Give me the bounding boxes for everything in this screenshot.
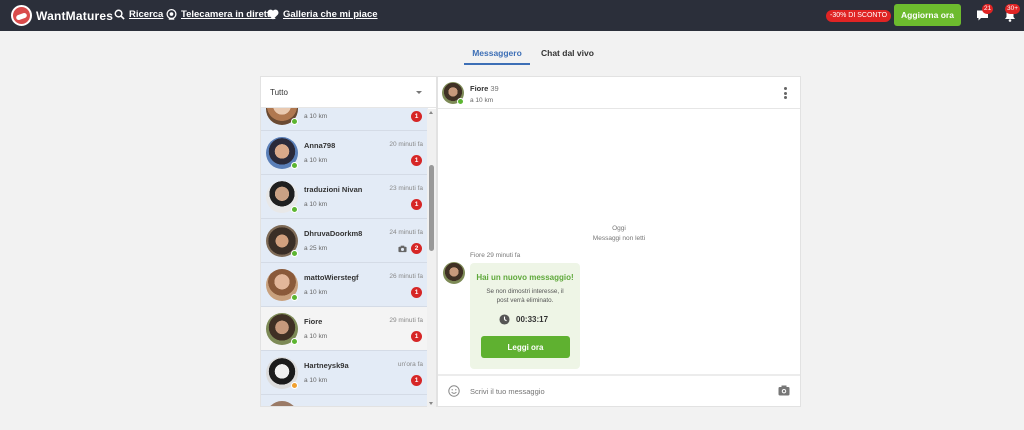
away-status-dot [291,382,298,389]
conversation-distance: a 10 km [304,333,328,340]
scroll-down-arrow-icon[interactable] [429,402,433,405]
active-tab-indicator [464,63,530,65]
chat-partner-name-text: Fiore [470,84,489,93]
nav-webcam-link[interactable]: Telecamera in diretta [166,9,275,20]
chat-partner-name[interactable]: Fiore 39 [470,84,499,93]
conversation-distance: a 10 km [304,289,328,296]
online-status-dot [291,294,298,301]
search-icon [114,9,125,20]
conversation-name: Fiore [304,317,323,326]
conversation-row[interactable]: a 10 km 1 [261,108,428,131]
nav-gallery-label: Galleria che mi piace [283,9,378,20]
conversation-time: 29 minuti fa [389,317,423,324]
emoji-icon[interactable] [448,385,460,397]
conversation-distance: a 10 km [304,201,328,208]
unread-separator: Messaggi non letti [592,235,646,242]
chat-header: Fiore 39 a 10 km [438,77,800,109]
camera-icon [398,245,407,253]
date-separator: Oggi [612,225,626,232]
conversation-row[interactable] [261,395,428,406]
chat-panel: Fiore 39 a 10 km Oggi Messaggi non letti … [437,76,801,407]
scroll-up-arrow-icon[interactable] [429,111,433,114]
unread-count-badge: 1 [411,375,422,386]
filter-selected-value: Tutto [270,87,288,97]
conversation-list: a 10 km 1 Anna798 20 minuti fa a 10 km 1… [261,108,428,406]
chat-partner-distance: a 10 km [470,97,494,104]
conversation-name: Hartneysk9a [304,361,349,370]
tab-messenger[interactable]: Messaggero [464,48,530,58]
chevron-down-icon [416,91,422,94]
conversation-distance: a 25 km [304,245,328,252]
conversation-distance: a 10 km [304,157,328,164]
conversation-row[interactable]: Hartneysk9a un'ora fa a 10 km 1 [261,351,428,395]
brand-logo[interactable]: WantMatures [11,5,113,26]
conversation-row[interactable]: Anna798 20 minuti fa a 10 km 1 [261,131,428,175]
conversation-row[interactable]: Fiore 29 minuti fa a 10 km 1 [261,307,428,351]
online-status-dot [291,118,298,125]
conversation-filter-dropdown[interactable]: Tutto [261,77,436,108]
conversation-distance: a 10 km [304,377,328,384]
webcam-icon [166,9,177,20]
unread-count-badge: 2 [411,243,422,254]
unread-count-badge: 1 [411,155,422,166]
clock-icon [499,314,510,325]
nav-search-link[interactable]: Ricerca [114,9,163,20]
conversation-list-panel: Tutto a 10 km 1 Anna798 20 minuti fa a 1… [260,76,437,407]
conversation-name: DhruvaDoorkm8 [304,229,363,238]
online-status-dot [457,98,464,105]
conversation-distance: a 10 km [304,113,328,120]
conversation-time: un'ora fa [397,361,423,368]
message-sender-avatar [443,262,465,284]
nav-gallery-link[interactable]: Galleria che mi piace [267,9,378,20]
notifications-count-badge: 30+ [1005,4,1021,14]
nav-webcam-label: Telecamera in diretta [181,9,276,20]
nav-search-label: Ricerca [129,9,164,20]
unread-count-badge: 1 [411,199,422,210]
message-meta: Fiore 29 minuti fa [470,252,521,259]
upgrade-button[interactable]: Aggiorna ora [894,4,961,26]
countdown-timer: 00:33:17 [499,314,548,325]
brand-name: WantMatures [36,8,114,23]
logo-icon [11,5,32,26]
unread-count-badge: 1 [411,111,422,122]
camera-icon[interactable] [778,385,790,396]
card-text: Se non dimostri interesse, il post verrà… [486,288,564,304]
unread-count-badge: 1 [411,331,422,342]
conversation-row[interactable]: mattoWierstegf 26 minuti fa a 10 km 1 [261,263,428,307]
card-title: Hai un nuovo messaggio! [476,273,574,282]
unread-count-badge: 1 [411,287,422,298]
countdown-value: 00:33:17 [516,315,549,324]
conversation-time: 24 minuti fa [389,229,423,236]
conversation-time: 23 minuti fa [389,185,423,192]
tab-live-chat[interactable]: Chat dal vivo [541,48,594,58]
message-composer [438,374,800,406]
conversation-row[interactable]: traduzioni Nivan 23 minuti fa a 10 km 1 [261,175,428,219]
online-status-dot [291,206,298,213]
conversation-row[interactable]: DhruvaDoorkm8 24 minuti fa a 25 km 2 [261,219,428,263]
conversation-name: Anna798 [304,141,336,150]
conversation-time: 20 minuti fa [389,141,423,148]
messages-count-badge: 21 [982,4,994,14]
more-options-icon[interactable] [784,87,787,101]
discount-badge[interactable]: -30% DI SCONTO [826,10,892,22]
locked-message-card: Hai un nuovo messaggio! Se non dimostri … [470,263,580,369]
conversation-name: traduzioni Nivan [304,185,363,194]
conversation-name: mattoWierstegf [304,273,359,282]
message-input[interactable] [470,387,720,396]
conversation-list-scrollbar[interactable] [427,109,436,407]
online-status-dot [291,162,298,169]
read-now-button[interactable]: Leggi ora [481,336,570,358]
heart-icon [267,9,279,20]
chat-partner-age: 39 [490,84,499,93]
conversation-time: 26 minuti fa [389,273,423,280]
scroll-thumb[interactable] [429,165,434,251]
online-status-dot [291,338,298,345]
online-status-dot [291,250,298,257]
avatar [266,401,298,406]
top-navigation-bar: WantMatures Ricerca Telecamera in dirett… [0,0,1024,31]
